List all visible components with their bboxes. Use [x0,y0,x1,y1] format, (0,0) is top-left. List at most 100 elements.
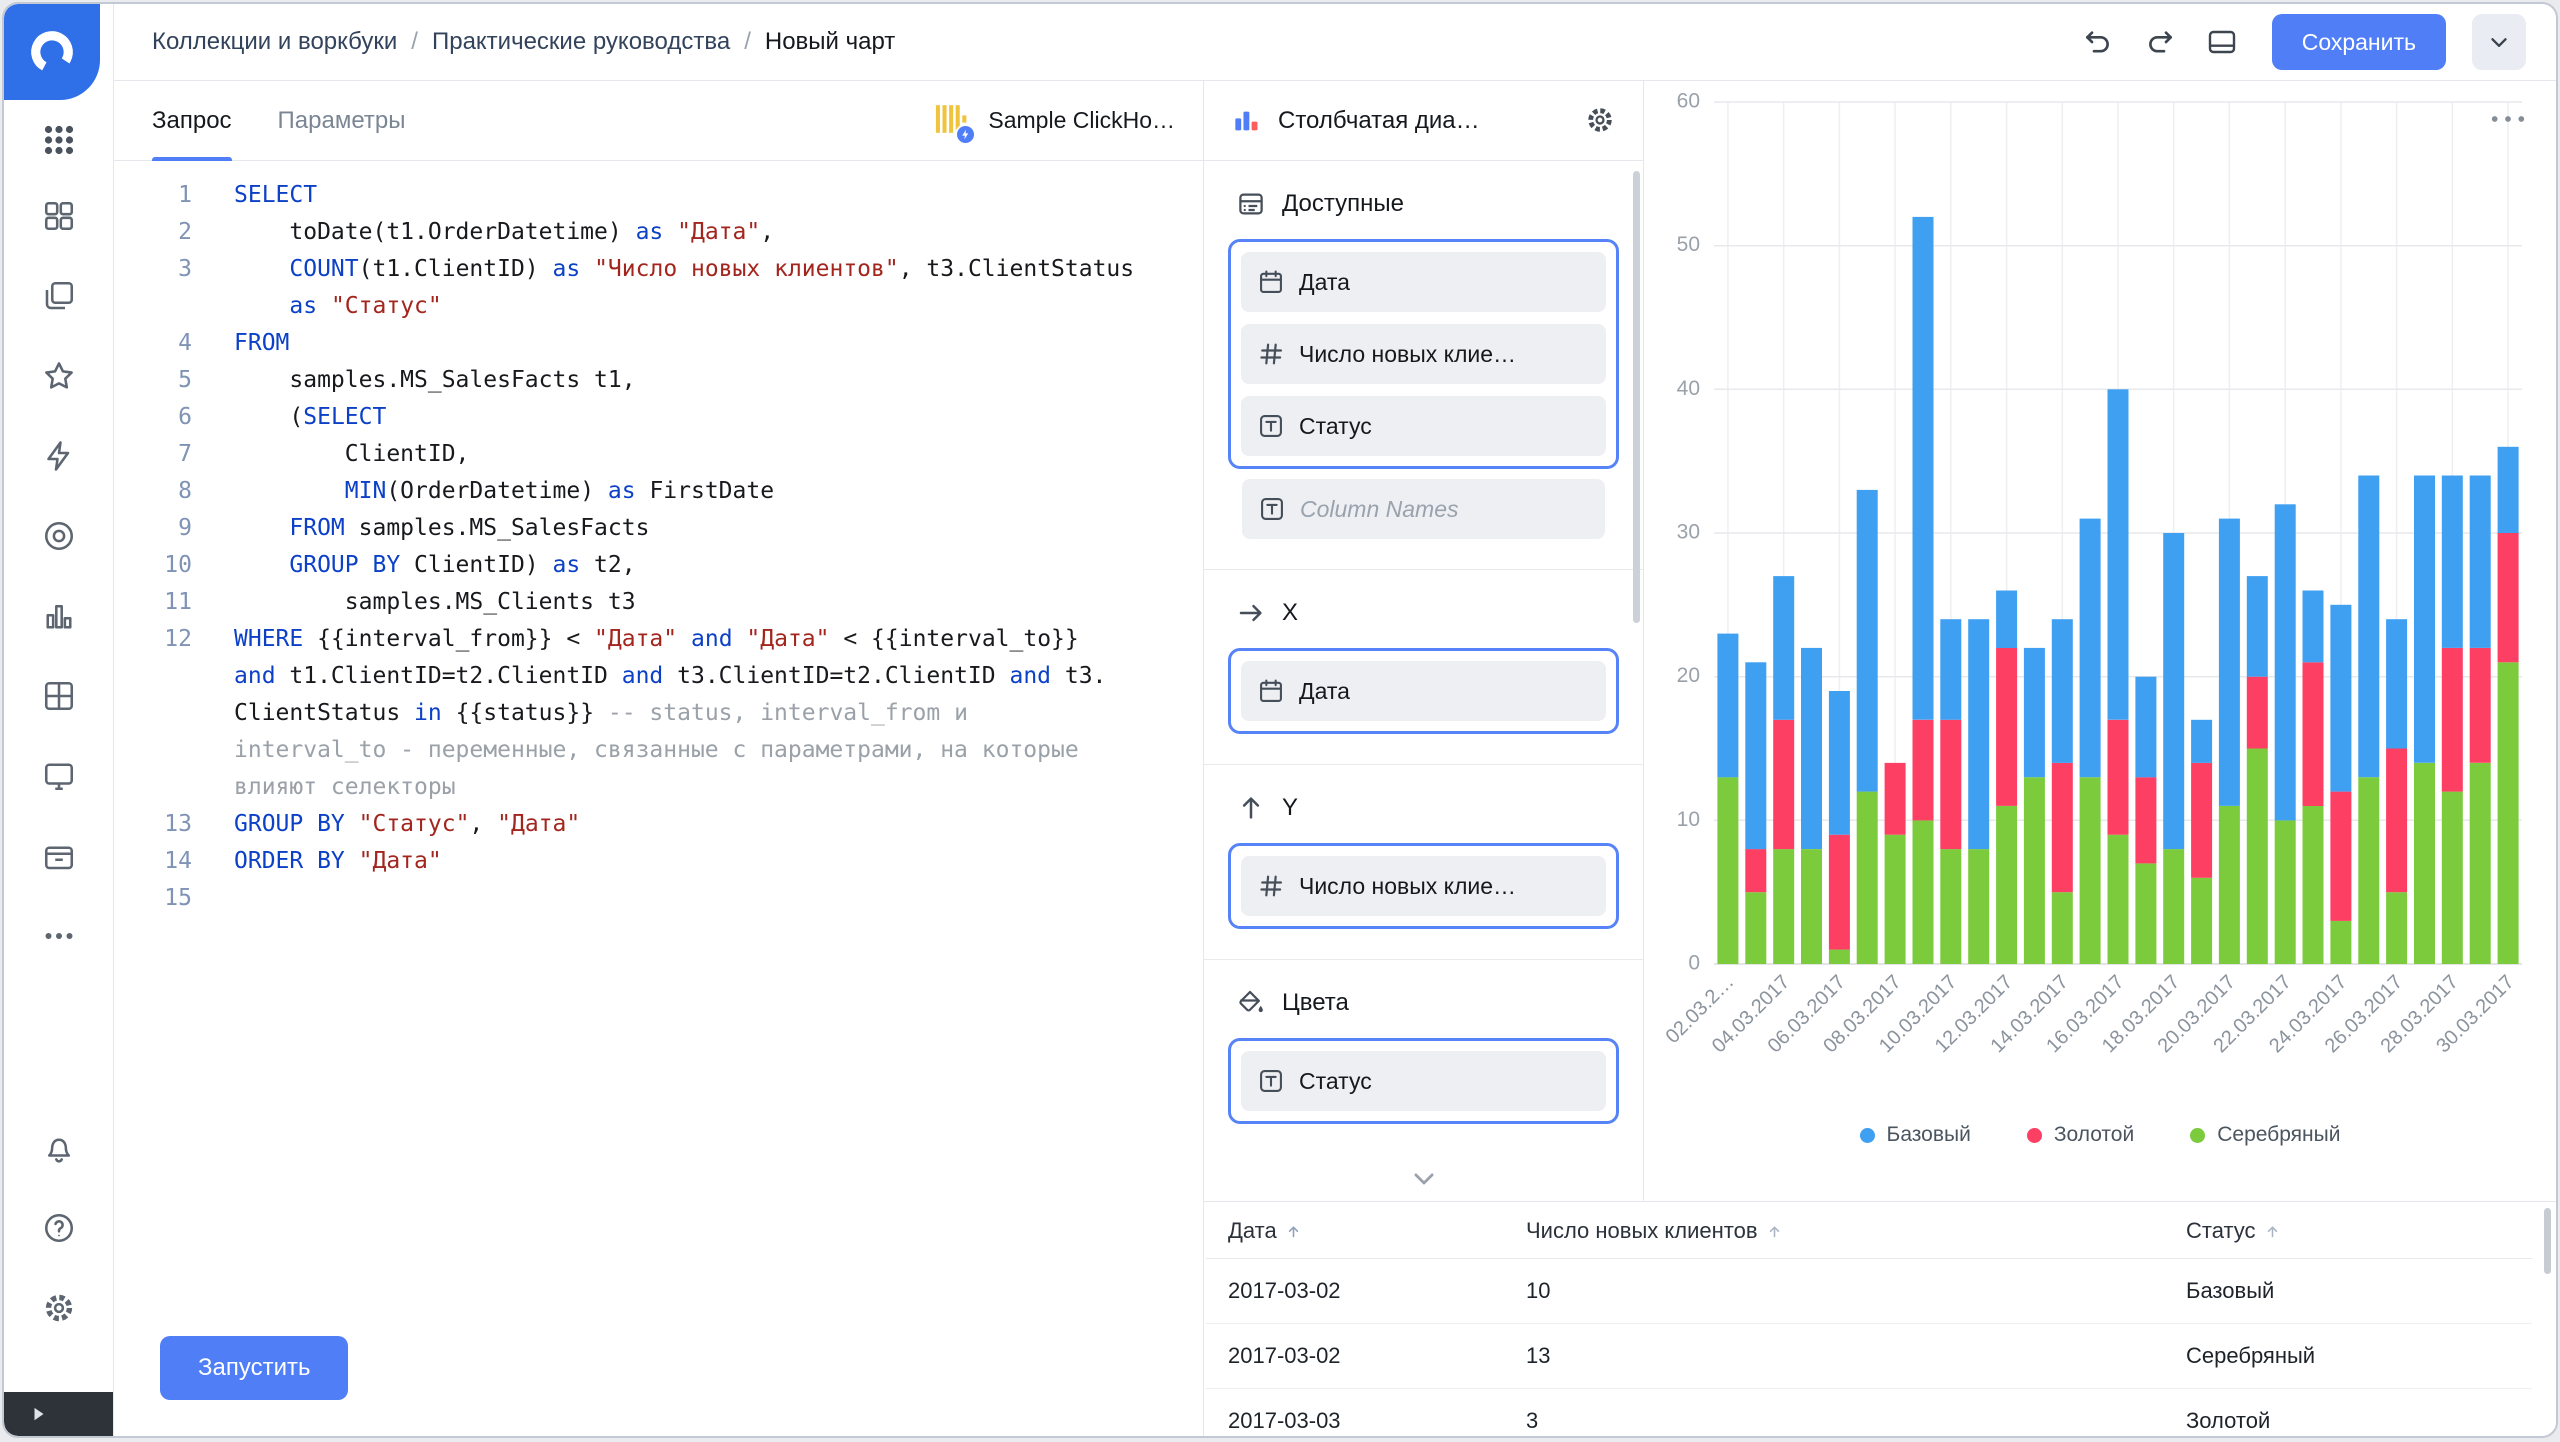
settings-gear-icon[interactable] [41,1290,77,1326]
legend-label: Золотой [2054,1123,2134,1147]
column-header-status[interactable]: Статус [2186,1202,2532,1259]
column-header-date[interactable]: Дата [1206,1202,1526,1259]
svg-text:20: 20 [1677,664,1700,687]
table-cell: Серебряный [2186,1324,2532,1389]
legend-item[interactable]: Серебряный [2190,1123,2340,1147]
right-column: Столбчатая диа… Доступные ДатаЧисло новы… [1204,81,2556,1436]
field-chip-label: Число новых клие… [1299,873,1516,900]
code-line: 1SELECT [114,177,1203,214]
save-button[interactable]: Сохранить [2272,14,2446,70]
help-icon[interactable] [41,1210,77,1246]
calendar-icon [1257,677,1285,705]
table-cell: 13 [1526,1324,2186,1389]
svg-text:40: 40 [1677,377,1700,400]
field-chip[interactable]: Статус [1241,1051,1606,1111]
notifications-bell-icon[interactable] [41,1130,77,1166]
stacked-bar-chart[interactable]: 010203040506002.03.2…04.03.201706.03.201… [1644,81,2554,1201]
legend-dot [2027,1128,2042,1143]
datalens-logo-icon[interactable] [4,4,100,100]
config-scrollbar[interactable] [1633,171,1640,623]
code-line: 4FROM [114,325,1203,362]
config-header: Столбчатая диа… [1204,81,1643,161]
field-chip[interactable]: Статус [1241,396,1606,456]
tab-query[interactable]: Запрос [152,81,232,160]
string-icon [1257,412,1285,440]
chart-menu-button[interactable] [2486,107,2530,131]
code-line: 15 [114,880,1203,917]
storage-box-icon[interactable] [41,838,77,874]
clickhouse-icon [932,101,972,141]
apps-grid-icon[interactable] [41,122,77,158]
favorites-star-icon[interactable] [41,358,77,394]
arrow-up-icon [1236,793,1266,823]
table-cell: 2017-03-03 [1206,1389,1526,1437]
workbooks-icon[interactable] [41,278,77,314]
query-panel: Запрос Параметры Sample ClickHo… 1SELECT [114,81,1204,1436]
sql-editor[interactable]: 1SELECT2 toDate(t1.OrderDatetime) as "Да… [114,161,1203,1436]
fields-table-icon [1236,189,1266,219]
connections-bolt-icon[interactable] [41,438,77,474]
column-header-count[interactable]: Число новых клиентов [1526,1202,2186,1259]
field-chip-label: Статус [1299,413,1372,440]
chevron-down-icon [2486,29,2512,55]
chart-settings-button[interactable] [1583,104,1617,138]
services-circles-icon[interactable] [41,518,77,554]
expand-panel-button[interactable] [4,1392,113,1436]
connection-chip[interactable]: Sample ClickHo… [932,101,1175,141]
body-row: Запрос Параметры Sample ClickHo… 1SELECT [114,81,2556,1436]
svg-text:30: 30 [1677,521,1700,544]
legend-item[interactable]: Золотой [2027,1123,2134,1147]
preview-table: Дата Число новых клиентов Статус 2017-03… [1204,1201,2556,1436]
field-chip[interactable]: Число новых клие… [1241,856,1606,916]
undo-icon [2082,26,2114,58]
code-line: 9 FROM samples.MS_SalesFacts [114,510,1203,547]
available-fields-zone[interactable]: Дата Число новых клие… Статус [1228,239,1619,469]
colors-zone[interactable]: Статус [1228,1038,1619,1124]
x-axis-zone[interactable]: Дата [1228,648,1619,734]
breadcrumb-link-collections[interactable]: Коллекции и воркбуки [152,28,397,56]
gear-icon [1584,104,1616,136]
scroll-more-chevron[interactable] [1409,1163,1439,1193]
legend-item[interactable]: Базовый [1860,1123,1971,1147]
code-line: and t1.ClientID=t2.ClientID and t3.Clien… [114,658,1203,695]
field-chip[interactable]: Дата [1241,661,1606,721]
bar-chart-type-icon[interactable] [1230,105,1262,137]
code-line: 10 GROUP BY ClientID) as t2, [114,547,1203,584]
arrow-right-icon [1236,598,1266,628]
code-line: влияют селекторы [114,769,1203,806]
undo-button[interactable] [2080,24,2116,60]
monitoring-icon[interactable] [41,758,77,794]
code-line: interval_to - переменные, связанные с па… [114,732,1203,769]
panel-toggle-button[interactable] [2204,24,2240,60]
charts-icon[interactable] [41,598,77,634]
ellipsis-icon [2489,114,2527,124]
more-icon[interactable] [41,918,77,954]
y-axis-zone[interactable]: Число новых клие… [1228,843,1619,929]
visualization-type-label[interactable]: Столбчатая диа… [1278,107,1480,135]
table-row: 2017-03-033Золотой [1206,1389,2532,1437]
run-button[interactable]: Запустить [160,1336,348,1400]
table-cell: 10 [1526,1259,2186,1324]
page-title: Новый чарт [765,28,895,56]
breadcrumb-link-guides[interactable]: Практические руководства [432,28,730,56]
field-chip[interactable]: Дата [1241,252,1606,312]
field-chip-label: Дата [1299,269,1350,296]
datasets-grid-icon[interactable] [41,678,77,714]
table-cell: Базовый [2186,1259,2532,1324]
section-x-label: X [1282,599,1298,627]
code-line: 2 toDate(t1.OrderDatetime) as "Дата", [114,214,1203,251]
breadcrumb-separator: / [744,28,751,56]
table-scrollbar[interactable] [2544,1208,2551,1274]
top-header: Коллекции и воркбуки / Практические руко… [114,4,2556,81]
sort-icon [2264,1223,2281,1240]
hash-icon [1257,872,1285,900]
legend-dot [1860,1128,1875,1143]
redo-icon [2144,26,2176,58]
tab-parameters[interactable]: Параметры [278,81,406,160]
column-names-placeholder[interactable]: Column Names [1242,479,1605,539]
connection-bolt-badge [955,124,976,145]
dashboards-icon[interactable] [41,198,77,234]
field-chip[interactable]: Число новых клие… [1241,324,1606,384]
redo-button[interactable] [2142,24,2178,60]
save-dropdown-button[interactable] [2472,14,2526,70]
